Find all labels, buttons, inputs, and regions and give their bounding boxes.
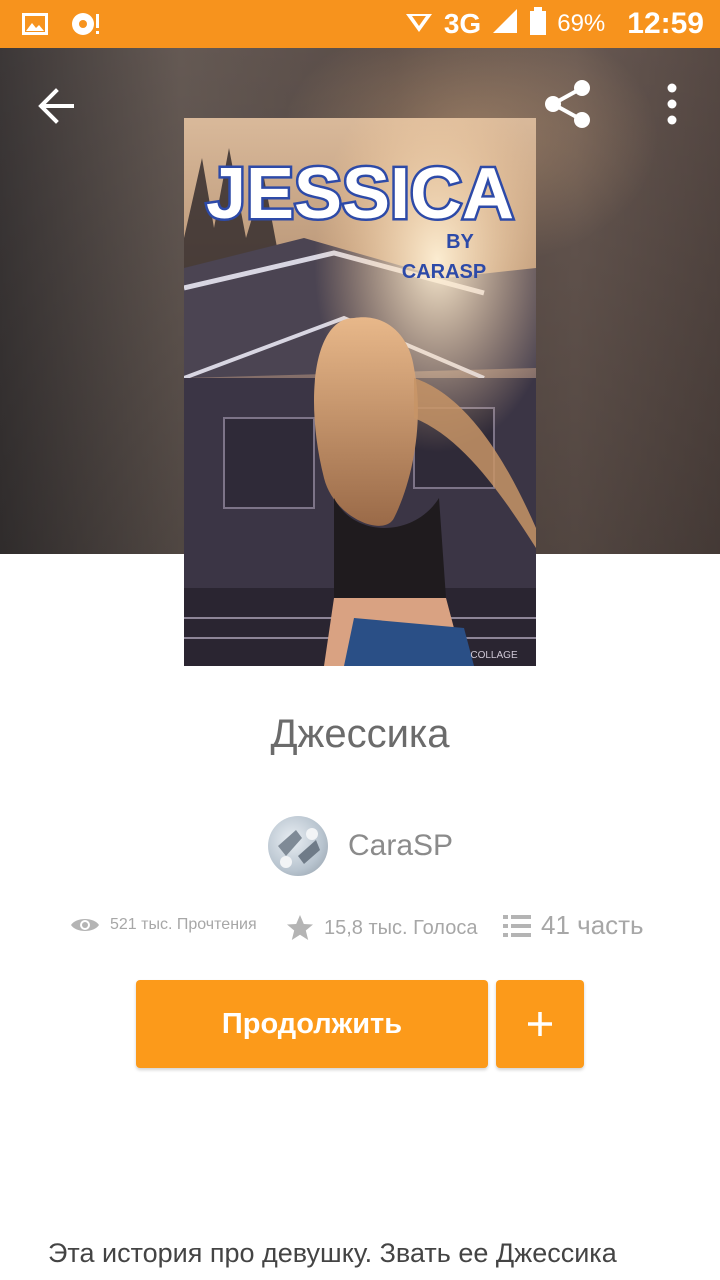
parts-count: 41 часть <box>541 910 644 940</box>
cover-watermark: COLLAGE <box>470 650 518 661</box>
star-icon <box>287 915 313 940</box>
list-icon <box>503 914 531 937</box>
share-button[interactable] <box>540 76 596 132</box>
avatar-image <box>278 828 320 868</box>
more-vertical-icon <box>667 83 677 125</box>
signal-icon <box>491 7 519 40</box>
cover-author: CARASP <box>402 261 486 283</box>
author-name[interactable]: CaraSP <box>348 829 453 863</box>
cover-artwork: JESSICA BY CARASP COLLAGE <box>184 118 536 666</box>
eye-icon <box>71 919 99 931</box>
votes-stat: 15,8 тыс. Голоса <box>286 914 477 942</box>
reads-count: 521 тыс. Прочтения <box>110 916 257 933</box>
battery-percent: 69% <box>557 9 606 37</box>
share-icon <box>545 80 590 128</box>
arrow-left-icon <box>38 88 74 124</box>
cover-byline: BY <box>446 231 474 253</box>
votes-count: 15,8 тыс. Голоса <box>324 916 478 939</box>
back-button[interactable] <box>28 78 84 134</box>
reads-stat: 521 тыс. Прочтения <box>70 914 257 936</box>
parts-stat[interactable]: 41 часть <box>503 910 644 941</box>
cover-title-text: JESSICA <box>206 154 514 234</box>
author-link[interactable]: CaraSP <box>268 816 453 876</box>
status-bar: 3G 69% 12:59 <box>0 0 720 48</box>
story-stats: 521 тыс. Прочтения 15,8 тыс. Голоса 41 ч… <box>0 906 720 958</box>
plus-icon <box>528 1012 552 1036</box>
network-type: 3G <box>443 7 482 39</box>
continue-reading-button[interactable]: Продолжить <box>136 980 488 1068</box>
download-icon <box>70 10 104 43</box>
book-cover[interactable]: JESSICA BY CARASP COLLAGE <box>184 118 536 666</box>
add-to-library-button[interactable] <box>496 980 584 1068</box>
clock: 12:59 <box>627 6 704 40</box>
more-options-button[interactable] <box>650 76 694 132</box>
wifi-icon <box>404 8 434 39</box>
avatar[interactable] <box>268 816 328 876</box>
story-description: Эта история про девушку. Звать ее Джесси… <box>48 1238 617 1268</box>
gallery-icon <box>22 12 48 41</box>
battery-icon <box>529 6 547 41</box>
continue-label: Продолжить <box>221 1007 403 1040</box>
story-title: Джессика <box>270 712 450 756</box>
